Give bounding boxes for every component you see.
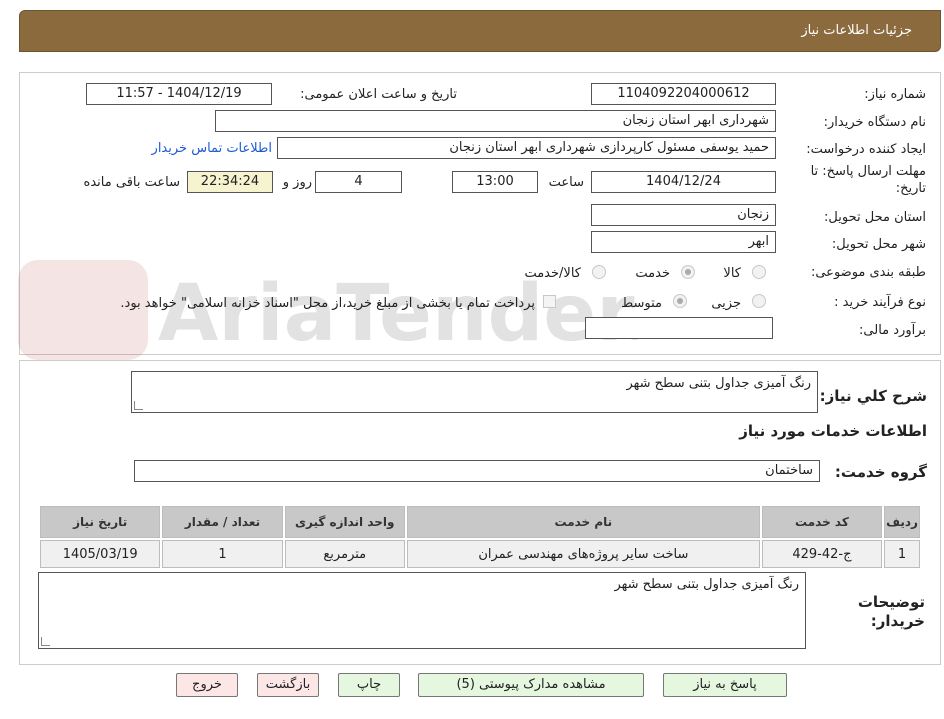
payment-note: پرداخت تمام یا بخشی از مبلغ خرید،از محل … bbox=[120, 296, 535, 311]
summary-label: شرح کلي نیاز: bbox=[819, 387, 927, 405]
city-label: شهر محل تحویل: bbox=[831, 237, 926, 252]
buyer-org-field: شهرداری ابهر استان زنجان bbox=[215, 110, 776, 132]
process-radio-minor[interactable] bbox=[752, 294, 766, 308]
days-label: روز و bbox=[282, 175, 312, 190]
summary-textarea[interactable]: رنگ آمیزی جداول بتنی سطح شهر bbox=[131, 371, 818, 413]
back-button[interactable]: بازگشت bbox=[257, 673, 319, 697]
col-service-code: کد خدمت bbox=[761, 506, 883, 538]
cell-need-date: 1405/03/19 bbox=[40, 540, 161, 568]
buyer-org-label: نام دستگاه خریدار: bbox=[823, 115, 926, 130]
page-header: جزئیات اطلاعات نیاز bbox=[19, 10, 941, 52]
deadline-label: مهلت ارسال پاسخ: تا bbox=[810, 164, 926, 179]
category-radio-service[interactable] bbox=[681, 265, 695, 279]
cell-unit: مترمربع bbox=[284, 540, 405, 568]
services-section-title: اطلاعات خدمات مورد نیاز bbox=[739, 422, 927, 440]
col-unit: واحد اندازه گیری bbox=[284, 506, 405, 538]
deadline-date-field: 1404/12/24 bbox=[591, 171, 776, 193]
announce-field: 1404/12/19 - 11:57 bbox=[86, 83, 272, 105]
attachments-button[interactable]: مشاهده مدارک پیوستی (5) bbox=[418, 673, 644, 697]
time-label: ساعت bbox=[548, 175, 584, 190]
table-header-row: ردیف کد خدمت نام خدمت واحد اندازه گیری ت… bbox=[40, 506, 920, 538]
buyer-notes-label-2: خریدار: bbox=[870, 612, 925, 630]
province-label: استان محل تحویل: bbox=[824, 210, 926, 225]
col-service-name: نام خدمت bbox=[406, 506, 760, 538]
days-field: 4 bbox=[315, 171, 402, 193]
estimate-label: برآورد مالی: bbox=[859, 323, 926, 338]
col-need-date: تاریخ نیاز bbox=[40, 506, 161, 538]
contact-buyer-link[interactable]: اطلاعات تماس خریدار bbox=[152, 141, 272, 156]
announce-label: تاریخ و ساعت اعلان عمومی: bbox=[300, 87, 457, 102]
page-title: جزئیات اطلاعات نیاز bbox=[801, 23, 912, 38]
resize-grip-icon[interactable] bbox=[134, 401, 143, 410]
treasury-checkbox[interactable] bbox=[543, 295, 556, 308]
table-row: 1 ج-42-429 ساخت سایر پروژه‌های مهندسی عم… bbox=[40, 540, 920, 568]
buyer-notes-textarea[interactable]: رنگ آمیزی جداول بتنی سطح شهر bbox=[38, 572, 806, 649]
need-number-field: 1104092204000612 bbox=[591, 83, 776, 105]
summary-text: رنگ آمیزی جداول بتنی سطح شهر bbox=[626, 376, 811, 391]
category-radio-both[interactable] bbox=[592, 265, 606, 279]
process-option-medium: متوسط bbox=[621, 296, 662, 311]
process-label: نوع فرآیند خرید : bbox=[834, 295, 926, 310]
col-row: ردیف bbox=[884, 506, 920, 538]
creator-field: حمید یوسفی مسئول کارپردازی شهرداری ابهر … bbox=[277, 137, 776, 159]
service-group-label: گروه خدمت: bbox=[834, 463, 927, 481]
print-button[interactable]: چاپ bbox=[338, 673, 400, 697]
cell-service-code: ج-42-429 bbox=[761, 540, 883, 568]
province-field: زنجان bbox=[591, 204, 776, 226]
process-option-minor: جزیی bbox=[711, 296, 741, 311]
deadline-label-2: تاریخ: bbox=[895, 181, 926, 196]
city-field: ابهر bbox=[591, 231, 776, 253]
deadline-time-field: 13:00 bbox=[452, 171, 538, 193]
exit-button[interactable]: خروج bbox=[176, 673, 238, 697]
category-option-goods: کالا bbox=[723, 266, 741, 281]
need-number-label: شماره نیاز: bbox=[864, 87, 926, 102]
category-option-service: خدمت bbox=[635, 266, 670, 281]
services-table: ردیف کد خدمت نام خدمت واحد اندازه گیری ت… bbox=[38, 504, 922, 570]
process-radio-medium[interactable] bbox=[673, 294, 687, 308]
cell-quantity: 1 bbox=[162, 540, 283, 568]
cell-service-name: ساخت سایر پروژه‌های مهندسی عمران bbox=[406, 540, 760, 568]
category-label: طبقه بندی موضوعی: bbox=[810, 265, 926, 280]
remaining-label: ساعت باقی مانده bbox=[83, 175, 180, 190]
estimate-field bbox=[585, 317, 773, 339]
resize-grip-icon[interactable] bbox=[41, 637, 50, 646]
remaining-time-field: 22:34:24 bbox=[187, 171, 273, 193]
buyer-notes-text: رنگ آمیزی جداول بتنی سطح شهر bbox=[614, 577, 799, 592]
reply-button[interactable]: پاسخ به نیاز bbox=[663, 673, 787, 697]
buyer-notes-label: توضیحات bbox=[857, 593, 925, 611]
cell-row: 1 bbox=[884, 540, 920, 568]
service-group-field: ساختمان bbox=[134, 460, 820, 482]
col-quantity: تعداد / مقدار bbox=[162, 506, 283, 538]
category-option-both: کالا/خدمت bbox=[524, 266, 581, 281]
category-radio-goods[interactable] bbox=[752, 265, 766, 279]
creator-label: ایجاد کننده درخواست: bbox=[806, 142, 926, 157]
